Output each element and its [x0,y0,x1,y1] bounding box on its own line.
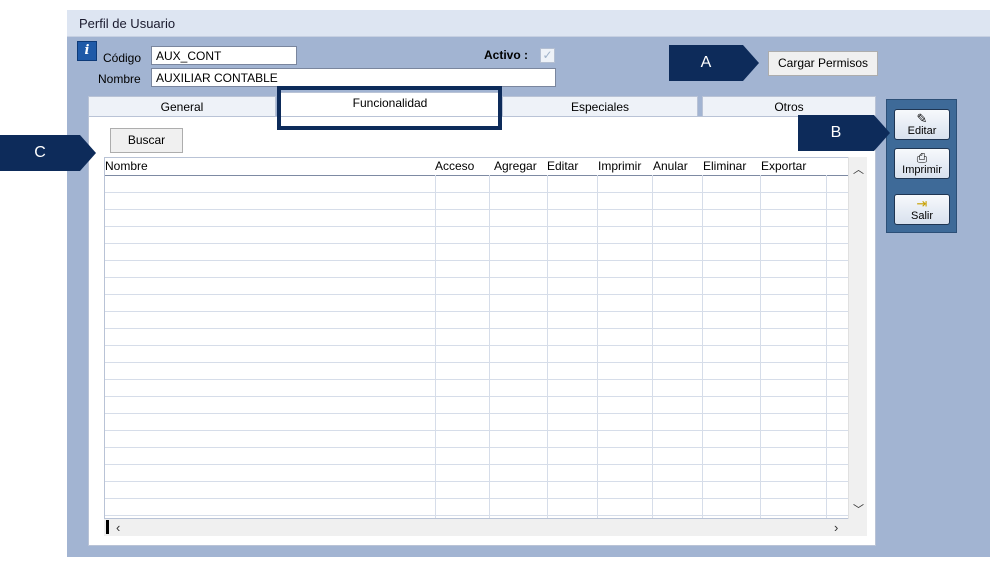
exit-door-icon: ⇥ [916,196,928,211]
window-title: Perfil de Usuario [79,16,176,31]
activo-label: Activo : [484,48,529,62]
editar-label: Editar [907,125,937,137]
permissions-grid[interactable]: Nombre Acceso Agregar Editar Imprimir An… [104,157,848,519]
printer-icon: ⎙ [916,150,928,165]
codigo-field[interactable]: AUX_CONT [151,46,297,65]
edit-icon: ✎ [916,111,928,126]
buscar-button[interactable]: Buscar [110,128,183,153]
chevron-up-icon[interactable]: ︿ [853,161,864,177]
callout-a: A [669,45,759,81]
side-toolbar: ✎ Editar ⎙ Imprimir ⇥ Salir [886,99,957,233]
salir-button[interactable]: ⇥ Salir [894,194,950,225]
column-header-acceso[interactable]: Acceso [435,159,474,173]
scrollbar-corner [848,519,867,536]
text-caret [106,520,109,534]
salir-label: Salir [910,210,933,222]
imprimir-label: Imprimir [902,164,942,176]
activo-checkbox[interactable]: ✓ [540,48,555,63]
info-icon[interactable]: i [77,41,97,61]
column-header-exportar[interactable]: Exportar [761,159,806,173]
vertical-scrollbar[interactable]: ︿ ﹀ [848,157,867,519]
chevron-left-icon[interactable]: ‹ [116,520,120,535]
column-header-agregar[interactable]: Agregar [494,159,537,173]
nombre-label: Nombre [98,72,141,86]
callout-b: B [798,115,890,151]
horizontal-scrollbar[interactable]: ‹ › [104,519,848,536]
cargar-permisos-button[interactable]: Cargar Permisos [768,51,878,76]
codigo-label: Código [103,51,142,65]
tab-otros[interactable]: Otros [702,96,876,117]
callout-c: C [0,135,96,171]
column-header-eliminar[interactable]: Eliminar [703,159,746,173]
grid-lines [105,175,848,518]
editar-button[interactable]: ✎ Editar [894,109,950,140]
grid-header: Nombre Acceso Agregar Editar Imprimir An… [105,158,848,176]
highlight-frame [277,86,502,130]
column-header-nombre[interactable]: Nombre [105,159,148,173]
tab-especiales[interactable]: Especiales [502,96,698,117]
chevron-right-icon[interactable]: › [834,520,838,535]
column-header-editar[interactable]: Editar [547,159,578,173]
chevron-down-icon[interactable]: ﹀ [853,501,864,517]
tab-general[interactable]: General [88,96,276,117]
nombre-field[interactable]: AUXILIAR CONTABLE [151,68,556,87]
column-header-anular[interactable]: Anular [653,159,688,173]
title-bar: Perfil de Usuario [67,10,990,37]
checkmark-icon: ✓ [542,48,553,62]
column-header-imprimir[interactable]: Imprimir [598,159,641,173]
imprimir-button[interactable]: ⎙ Imprimir [894,148,950,179]
